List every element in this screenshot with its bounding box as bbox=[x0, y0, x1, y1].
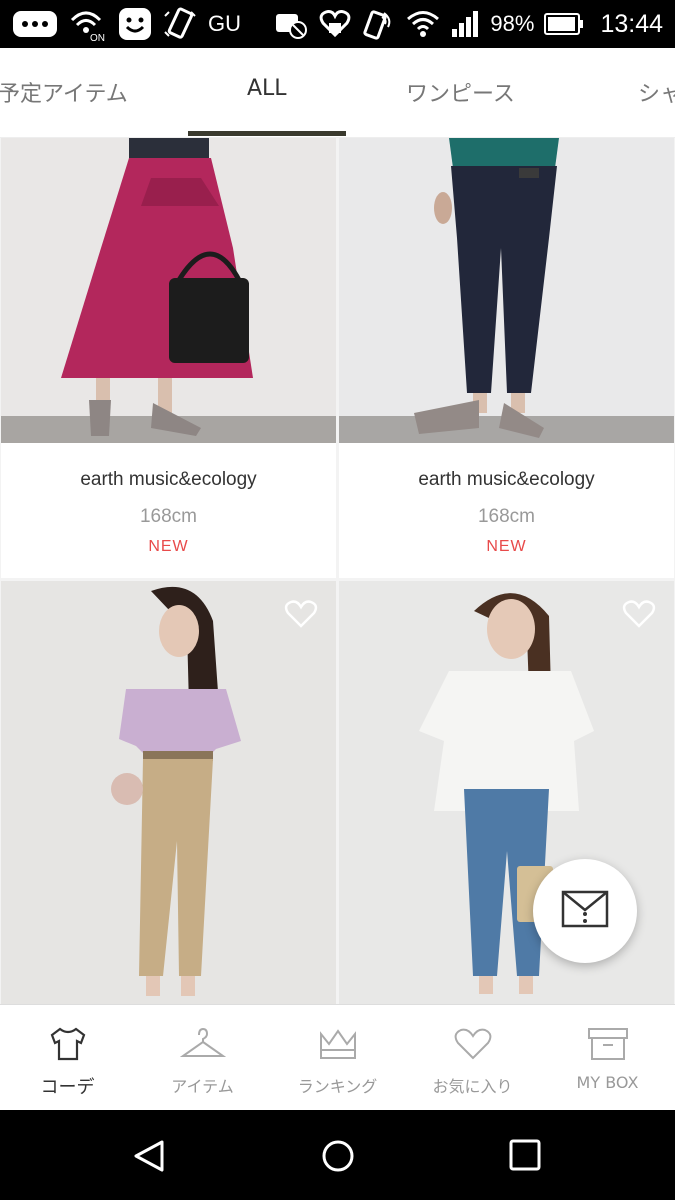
tab-shirts[interactable]: シャ bbox=[638, 76, 675, 108]
back-icon[interactable] bbox=[132, 1138, 168, 1178]
more-icon bbox=[12, 7, 58, 41]
model-lavender-blouse-photo[interactable] bbox=[1, 581, 336, 1004]
carrier-label: GU bbox=[208, 11, 241, 36]
heart-badge-icon bbox=[318, 7, 352, 41]
battery-percent: 98% bbox=[490, 11, 535, 36]
rotate-icon bbox=[162, 6, 198, 42]
nav-item-coordinate[interactable]: コーデ bbox=[0, 1005, 135, 1110]
system-navigation-bar bbox=[0, 1110, 675, 1200]
nav-label: アイテム bbox=[171, 1077, 234, 1096]
nav-item-favorites[interactable]: お気に入り bbox=[405, 1005, 540, 1110]
battery-icon bbox=[544, 12, 584, 36]
heart-icon bbox=[454, 1025, 492, 1063]
new-badge: NEW bbox=[486, 538, 527, 555]
coordinate-card[interactable] bbox=[1, 581, 336, 1004]
mailbox-fab-button[interactable] bbox=[533, 859, 637, 963]
wifi-icon bbox=[406, 9, 440, 39]
nav-item-items[interactable]: アイテム bbox=[135, 1005, 270, 1110]
nav-label: ランキング bbox=[297, 1077, 378, 1096]
tshirt-icon bbox=[48, 1025, 88, 1063]
favorite-heart-icon[interactable] bbox=[622, 599, 656, 633]
nav-item-ranking[interactable]: ランキング bbox=[270, 1005, 405, 1110]
recents-icon[interactable] bbox=[508, 1138, 542, 1176]
smiley-icon bbox=[118, 7, 152, 41]
nav-label: お気に入り bbox=[432, 1077, 513, 1096]
tab-active-indicator bbox=[188, 131, 346, 136]
favorite-heart-icon[interactable] bbox=[284, 599, 318, 633]
signal-icon bbox=[450, 9, 480, 39]
category-tabs: 予定アイテム ALL ワンピース シャ bbox=[0, 48, 675, 138]
tab-all[interactable]: ALL bbox=[247, 76, 287, 101]
clock: 13:44 bbox=[600, 9, 663, 38]
model-height: 168cm bbox=[477, 506, 536, 527]
model-height: 168cm bbox=[139, 506, 198, 527]
hanger-icon bbox=[179, 1025, 226, 1063]
model-navy-pants-photo[interactable] bbox=[339, 138, 674, 443]
tab-scheduled-items[interactable]: 予定アイテム bbox=[0, 76, 128, 108]
coordinate-card[interactable]: earth music&ecology 168cm NEW bbox=[1, 138, 336, 578]
crown-icon bbox=[318, 1025, 358, 1063]
nfc-icon bbox=[362, 7, 396, 41]
model-magenta-skirt-photo[interactable] bbox=[1, 138, 336, 443]
envelope-icon bbox=[561, 888, 609, 934]
home-icon[interactable] bbox=[320, 1138, 356, 1178]
brand-name: earth music&ecology bbox=[80, 469, 257, 490]
nav-label: コーデ bbox=[40, 1077, 95, 1098]
box-icon bbox=[587, 1025, 629, 1063]
svg-text:ON: ON bbox=[90, 33, 105, 42]
status-bar: ON GU 98% 13:44 bbox=[0, 0, 675, 48]
wifi-call-icon: ON bbox=[68, 6, 108, 42]
new-badge: NEW bbox=[148, 538, 189, 555]
brand-name: earth music&ecology bbox=[418, 469, 595, 490]
tab-one-piece[interactable]: ワンピース bbox=[406, 76, 515, 108]
nav-label: MY BOX bbox=[576, 1073, 639, 1092]
coordinate-card[interactable]: earth music&ecology 168cm NEW bbox=[339, 138, 674, 578]
no-sim-icon bbox=[274, 8, 308, 40]
nav-item-my-box[interactable]: MY BOX bbox=[540, 1005, 675, 1110]
bottom-navigation: コーデ アイテム ランキング お気に入り MY BOX bbox=[0, 1004, 675, 1110]
